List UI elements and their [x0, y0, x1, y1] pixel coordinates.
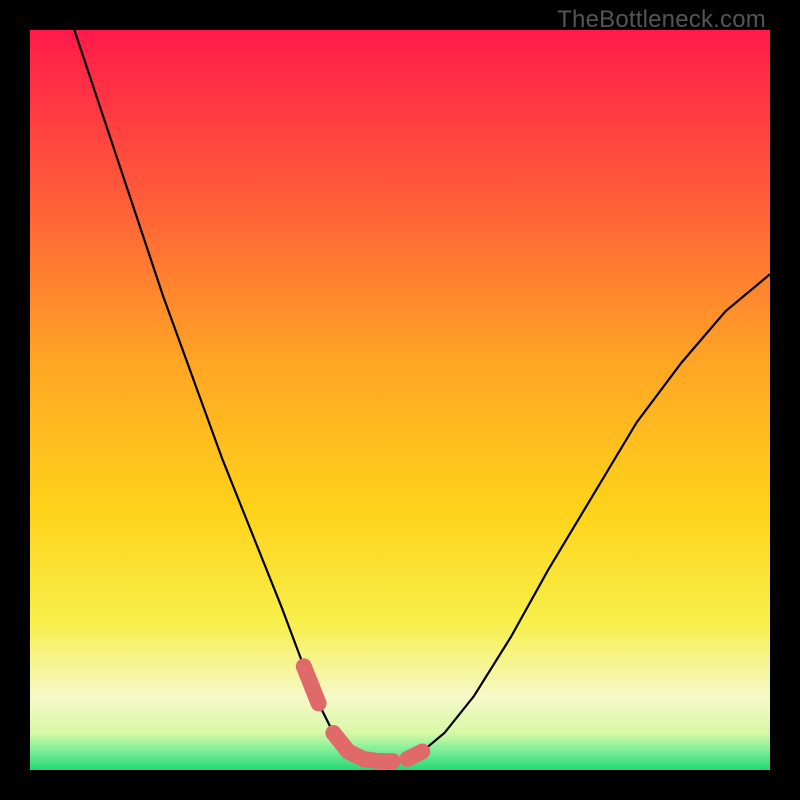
bottleneck-curve — [74, 30, 770, 761]
outer-frame: TheBottleneck.com — [0, 0, 800, 800]
marker-segment — [304, 666, 319, 703]
watermark-text: TheBottleneck.com — [557, 6, 766, 34]
plot-area — [30, 30, 770, 770]
marker-segment — [333, 733, 392, 761]
marker-segment — [407, 752, 422, 759]
curve-markers — [304, 666, 422, 761]
curve-layer — [30, 30, 770, 770]
